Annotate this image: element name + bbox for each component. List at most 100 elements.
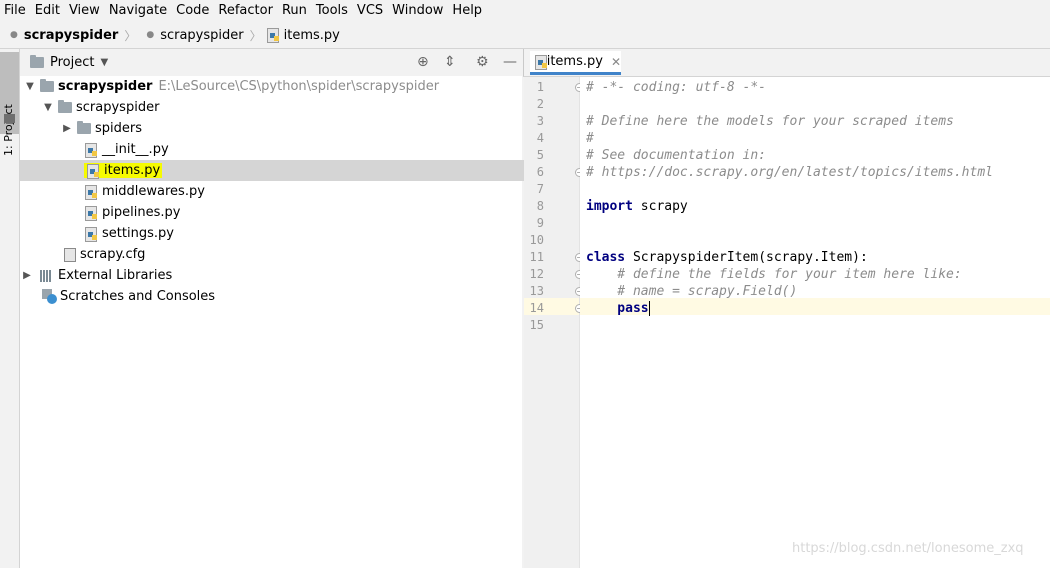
tab-items-py[interactable]: items.py ✕: [530, 51, 621, 75]
menu-window[interactable]: Window: [388, 0, 448, 22]
tree-item-settings[interactable]: settings.py: [20, 223, 586, 244]
breadcrumb-file-label: items.py: [283, 27, 340, 43]
line-number: 8: [536, 199, 544, 213]
menu-file[interactable]: File: [0, 0, 31, 22]
tree-item-init[interactable]: __init__.py: [20, 139, 586, 160]
code-line-14: pass: [586, 300, 650, 317]
keyword-import: import: [586, 199, 633, 214]
breadcrumb-item-package[interactable]: ● scrapyspider 〉: [146, 27, 261, 44]
pipelines-file-label: pipelines.py: [102, 205, 181, 220]
line-number: 12: [529, 267, 544, 281]
code-line-12: # define the fields for your item here l…: [586, 267, 962, 282]
expand-arrow-icon[interactable]: ▼: [41, 102, 55, 113]
menu-edit[interactable]: Edit: [31, 0, 65, 22]
keyword-class: class: [586, 250, 626, 265]
scratches-label: Scratches and Consoles: [60, 289, 216, 304]
breadcrumb-item-project[interactable]: ● scrapyspider 〉: [10, 27, 136, 44]
chevron-down-icon[interactable]: ▼: [100, 57, 108, 68]
menu-tools[interactable]: Tools: [312, 0, 353, 22]
python-file-icon: [84, 226, 98, 242]
tree-item-items[interactable]: items.py: [20, 160, 586, 181]
tree-item-middlewares[interactable]: middlewares.py: [20, 181, 586, 202]
line-number: 5: [536, 148, 544, 162]
breadcrumb-package-label: scrapyspider: [160, 27, 244, 43]
config-file-icon: [64, 247, 76, 262]
menu-refactor[interactable]: Refactor: [214, 0, 278, 22]
line-number: 1: [536, 80, 544, 94]
folder-dot-icon: ●: [10, 30, 18, 40]
collapse-arrow-icon[interactable]: ▶: [20, 270, 34, 281]
project-tree: ▼ scrapyspider E:\LeSource\CS\python\spi…: [20, 76, 586, 568]
breadcrumb-project-label: scrapyspider: [23, 27, 119, 43]
menu-navigate[interactable]: Navigate: [105, 0, 172, 22]
breadcrumb-item-file[interactable]: items.py: [266, 28, 340, 43]
editor-gutter: 1 2 3 4 5 6 7 8 9 10 11 12 13 14 15 − − …: [524, 77, 584, 568]
menu-bar: File Edit View Navigate Code Refactor Ru…: [0, 0, 1050, 22]
spiders-folder-label: spiders: [95, 121, 143, 136]
python-file-icon: [86, 163, 100, 179]
folder-dot-icon: ●: [146, 30, 155, 40]
library-icon: [40, 269, 54, 282]
class-declaration: ScrapyspiderItem(scrapy.Item):: [625, 250, 868, 265]
tab-label: items.py: [546, 54, 603, 69]
line-number: 10: [529, 233, 544, 247]
init-file-label: __init__.py: [102, 142, 169, 157]
code-line-1: # -*- coding: utf-8 -*-: [586, 80, 767, 95]
line-number: 11: [529, 250, 544, 264]
tree-item-package[interactable]: ▼ scrapyspider: [20, 97, 543, 118]
tree-item-scratches[interactable]: Scratches and Consoles: [20, 286, 544, 307]
code-line-6: # https://doc.scrapy.org/en/latest/topic…: [586, 165, 993, 180]
code-line-13: # name = scrapy.Field(): [586, 284, 798, 299]
tree-item-spiders[interactable]: ▶ spiders: [20, 118, 562, 139]
middlewares-file-label: middlewares.py: [102, 184, 205, 199]
menu-code[interactable]: Code: [172, 0, 214, 22]
scratches-icon: [42, 289, 57, 304]
package-folder-icon: [58, 100, 72, 113]
items-file-label: items.py: [104, 163, 161, 178]
menu-view[interactable]: View: [65, 0, 105, 22]
tree-item-pipelines[interactable]: pipelines.py: [20, 202, 586, 223]
expand-arrow-icon[interactable]: ▼: [23, 81, 37, 92]
keyword-pass: pass: [586, 301, 649, 316]
root-folder-path: E:\LeSource\CS\python\spider\scrapyspide…: [158, 79, 440, 94]
code-line-3: # Define here the models for your scrape…: [586, 114, 954, 129]
code-line-5: # See documentation in:: [586, 148, 767, 163]
tree-item-root[interactable]: ▼ scrapyspider E:\LeSource\CS\python\spi…: [20, 76, 525, 97]
python-file-icon: [266, 28, 280, 43]
close-icon[interactable]: ✕: [611, 55, 621, 69]
collapse-arrow-icon[interactable]: ▶: [60, 123, 74, 134]
chevron-right-icon: 〉: [124, 28, 137, 43]
watermark: https://blog.csdn.net/lonesome_zxq: [792, 541, 1024, 556]
python-file-icon: [84, 205, 98, 221]
package-label: scrapyspider: [76, 100, 160, 115]
code-line-8: import scrapy: [586, 198, 688, 215]
menu-run[interactable]: Run: [278, 0, 312, 22]
collapse-all-icon[interactable]: ⇕: [444, 54, 456, 70]
line-number: 2: [536, 97, 544, 111]
line-number: 13: [529, 284, 544, 298]
menu-help[interactable]: Help: [448, 0, 487, 22]
tree-item-external-libraries[interactable]: ▶ External Libraries: [20, 265, 522, 286]
code-line-4: #: [586, 131, 594, 146]
locate-icon[interactable]: ⊕: [417, 54, 429, 70]
python-file-icon: [534, 54, 547, 70]
text-caret: [648, 301, 650, 316]
chevron-right-icon: 〉: [249, 28, 262, 43]
project-view-selector[interactable]: Project: [50, 55, 94, 70]
line-number: 3: [536, 114, 544, 128]
current-line-highlight: [580, 298, 1050, 315]
folder-icon: [40, 79, 54, 92]
folder-icon: [77, 121, 91, 134]
line-number: 14: [529, 301, 544, 315]
code-editor[interactable]: # -*- coding: utf-8 -*- # Define here th…: [580, 77, 1050, 568]
root-folder-label: scrapyspider: [58, 79, 153, 94]
menu-vcs[interactable]: VCS: [353, 0, 388, 22]
line-number: 7: [536, 182, 544, 196]
structure-icon[interactable]: [4, 114, 15, 123]
gear-icon[interactable]: ⚙: [476, 54, 489, 70]
cfg-file-label: scrapy.cfg: [80, 247, 146, 262]
folder-icon: [30, 55, 44, 68]
tree-item-cfg[interactable]: scrapy.cfg: [20, 244, 566, 265]
minimize-icon[interactable]: —: [503, 54, 517, 70]
import-target: scrapy: [632, 199, 688, 214]
